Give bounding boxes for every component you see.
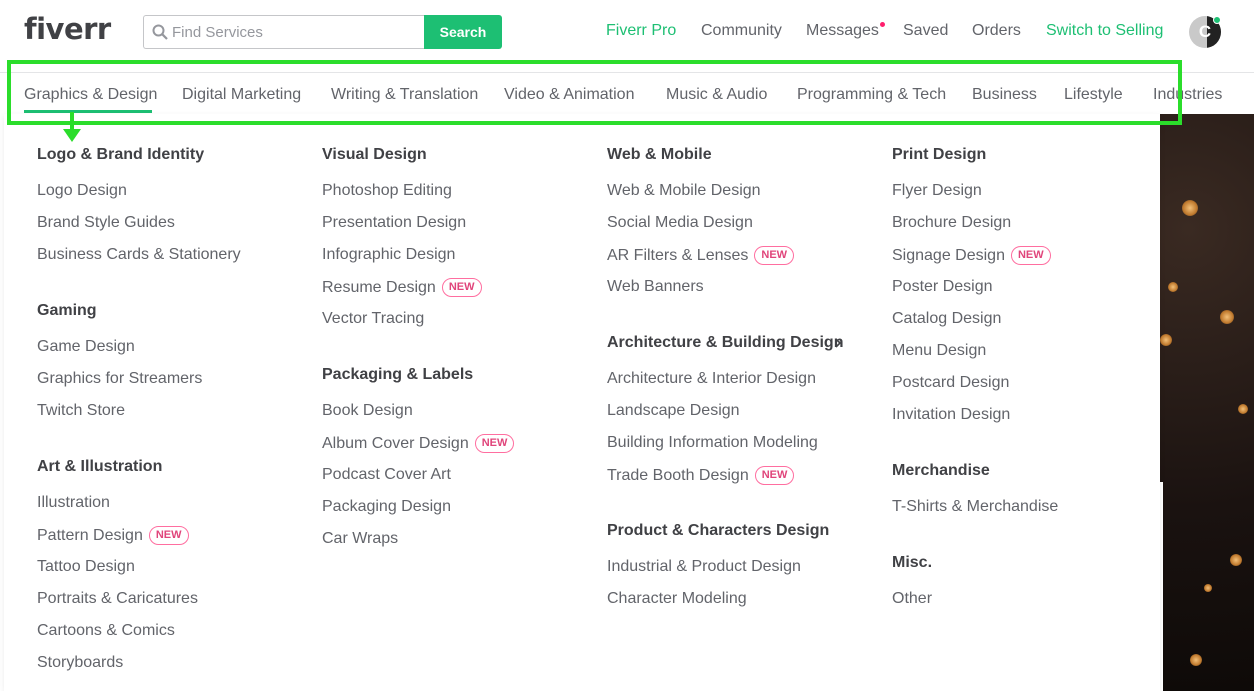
menu-link[interactable]: Flyer Design bbox=[892, 182, 982, 200]
menu-link[interactable]: Pattern Design NEW bbox=[37, 526, 189, 545]
top-header: fiverr Search Fiverr Pro Community Messa… bbox=[0, 0, 1254, 72]
menu-link[interactable]: Photoshop Editing bbox=[322, 182, 452, 200]
menu-link[interactable]: Character Modeling bbox=[607, 590, 747, 608]
category-business[interactable]: Business bbox=[972, 86, 1037, 104]
menu-link[interactable]: Catalog Design bbox=[892, 310, 1001, 328]
menu-link[interactable]: Landscape Design bbox=[607, 402, 740, 420]
menu-link[interactable]: Postcard Design bbox=[892, 374, 1009, 392]
category-industries[interactable]: Industries bbox=[1153, 86, 1222, 104]
menu-link[interactable]: Trade Booth Design NEW bbox=[607, 466, 795, 485]
menu-link[interactable]: Presentation Design bbox=[322, 214, 466, 232]
group-heading[interactable]: Product & Characters Design bbox=[607, 522, 829, 540]
background-divider bbox=[1160, 482, 1163, 691]
menu-link-label: AR Filters & Lenses bbox=[607, 247, 749, 264]
orders-link[interactable]: Orders bbox=[972, 22, 1021, 40]
category-video-animation[interactable]: Video & Animation bbox=[504, 86, 634, 104]
category-digital-marketing[interactable]: Digital Marketing bbox=[182, 86, 301, 104]
category-lifestyle[interactable]: Lifestyle bbox=[1064, 86, 1123, 104]
group-heading[interactable]: Print Design bbox=[892, 146, 986, 164]
arrow-down-icon bbox=[63, 112, 81, 142]
menu-link[interactable]: T-Shirts & Merchandise bbox=[892, 498, 1058, 516]
menu-link[interactable]: Twitch Store bbox=[37, 402, 125, 420]
messages-link[interactable]: Messages bbox=[806, 22, 879, 40]
group-heading[interactable]: Web & Mobile bbox=[607, 146, 712, 164]
menu-link[interactable]: Car Wraps bbox=[322, 530, 398, 548]
menu-link[interactable]: Web & Mobile Design bbox=[607, 182, 761, 200]
online-status-dot bbox=[1213, 16, 1221, 24]
new-badge: NEW bbox=[754, 466, 795, 485]
menu-link[interactable]: Portraits & Caricatures bbox=[37, 590, 198, 608]
menu-link[interactable]: Invitation Design bbox=[892, 406, 1010, 424]
group-heading[interactable]: Misc. bbox=[892, 554, 932, 572]
menu-link[interactable]: Other bbox=[892, 590, 932, 608]
menu-link-label: Resume Design bbox=[322, 279, 436, 296]
new-badge: NEW bbox=[474, 434, 515, 453]
menu-link[interactable]: Storyboards bbox=[37, 654, 123, 672]
community-link[interactable]: Community bbox=[701, 22, 782, 40]
menu-link[interactable]: Brand Style Guides bbox=[37, 214, 175, 232]
menu-link[interactable]: Architecture & Interior Design bbox=[607, 370, 816, 388]
group-heading[interactable]: Packaging & Labels bbox=[322, 366, 473, 384]
menu-link[interactable]: Menu Design bbox=[892, 342, 986, 360]
search-box[interactable] bbox=[143, 15, 425, 49]
menu-link[interactable]: Cartoons & Comics bbox=[37, 622, 175, 640]
menu-link-label: Trade Booth Design bbox=[607, 467, 749, 484]
group-heading[interactable]: Gaming bbox=[37, 302, 97, 320]
search-button[interactable]: Search bbox=[424, 15, 502, 49]
saved-link[interactable]: Saved bbox=[903, 22, 948, 40]
menu-link-label: Pattern Design bbox=[37, 527, 143, 544]
menu-link[interactable]: Game Design bbox=[37, 338, 135, 356]
active-category-underline bbox=[24, 110, 152, 113]
search-input[interactable] bbox=[172, 16, 422, 48]
category-graphics-design[interactable]: Graphics & Design bbox=[24, 86, 157, 104]
group-heading[interactable]: Visual Design bbox=[322, 146, 427, 164]
menu-link[interactable]: Signage Design NEW bbox=[892, 246, 1051, 265]
menu-link[interactable]: Logo Design bbox=[37, 182, 127, 200]
group-heading[interactable]: Art & Illustration bbox=[37, 458, 162, 476]
fiverr-logo[interactable]: fiverr bbox=[24, 12, 111, 46]
new-badge: NEW bbox=[1010, 246, 1051, 265]
category-bar: Graphics & Design Digital Marketing Writ… bbox=[0, 72, 1254, 114]
menu-link[interactable]: Social Media Design bbox=[607, 214, 753, 232]
menu-link-label: Album Cover Design bbox=[322, 435, 469, 452]
menu-link[interactable]: Industrial & Product Design bbox=[607, 558, 801, 576]
menu-link[interactable]: Building Information Modeling bbox=[607, 434, 818, 452]
menu-link[interactable]: Vector Tracing bbox=[322, 310, 424, 328]
menu-link[interactable]: Web Banners bbox=[607, 278, 704, 296]
new-badge: NEW bbox=[148, 526, 189, 545]
category-programming-tech[interactable]: Programming & Tech bbox=[797, 86, 946, 104]
menu-link[interactable]: Business Cards & Stationery bbox=[37, 246, 241, 264]
category-writing-translation[interactable]: Writing & Translation bbox=[331, 86, 478, 104]
new-badge: NEW bbox=[754, 246, 795, 265]
menu-link[interactable]: Book Design bbox=[322, 402, 413, 420]
new-badge: NEW bbox=[441, 278, 482, 297]
group-heading[interactable]: Architecture & Building Design bbox=[607, 334, 843, 352]
menu-link[interactable]: Album Cover Design NEW bbox=[322, 434, 515, 453]
avatar-letter: C bbox=[1198, 22, 1212, 41]
category-dropdown-menu: Logo & Brand Identity Logo Design Brand … bbox=[4, 114, 1160, 691]
menu-link[interactable]: Packaging Design bbox=[322, 498, 451, 516]
group-heading[interactable]: Merchandise bbox=[892, 462, 990, 480]
chevron-right-icon[interactable] bbox=[833, 337, 843, 349]
menu-link[interactable]: Tattoo Design bbox=[37, 558, 135, 576]
menu-link[interactable]: Infographic Design bbox=[322, 246, 455, 264]
menu-link[interactable]: Brochure Design bbox=[892, 214, 1011, 232]
switch-to-selling-link[interactable]: Switch to Selling bbox=[1046, 22, 1163, 40]
unread-dot bbox=[880, 22, 885, 27]
menu-link[interactable]: Resume Design NEW bbox=[322, 278, 482, 297]
menu-link[interactable]: Illustration bbox=[37, 494, 110, 512]
menu-link[interactable]: Graphics for Streamers bbox=[37, 370, 202, 388]
group-heading[interactable]: Logo & Brand Identity bbox=[37, 146, 204, 164]
menu-link[interactable]: AR Filters & Lenses NEW bbox=[607, 246, 795, 265]
menu-link-label: Signage Design bbox=[892, 247, 1005, 264]
category-music-audio[interactable]: Music & Audio bbox=[666, 86, 767, 104]
menu-link[interactable]: Podcast Cover Art bbox=[322, 466, 451, 484]
menu-link[interactable]: Poster Design bbox=[892, 278, 993, 296]
fiverr-pro-link[interactable]: Fiverr Pro bbox=[606, 22, 676, 40]
background-photo bbox=[1160, 114, 1254, 691]
search-icon bbox=[152, 24, 168, 40]
